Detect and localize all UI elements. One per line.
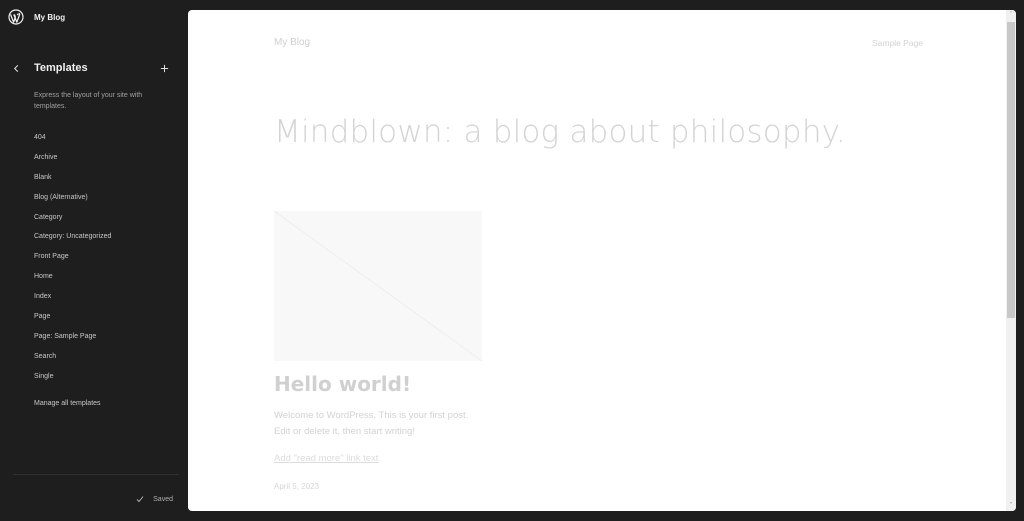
template-item-index[interactable]: Index <box>34 291 174 311</box>
scroll-down-arrow-icon[interactable]: ˅ <box>1006 501 1016 511</box>
post-date: April 5, 2023 <box>274 482 319 491</box>
chevron-left-icon <box>13 64 18 72</box>
back-button[interactable] <box>8 60 24 76</box>
navigation-header: Templates <box>8 60 172 76</box>
template-item-page-sample-page[interactable]: Page: Sample Page <box>34 331 174 351</box>
page-title: Templates <box>34 62 88 74</box>
check-icon <box>136 496 144 503</box>
read-more-link[interactable]: Add "read more" link text <box>274 453 378 464</box>
site-tagline: Mindblown: a blog about philosophy. <box>274 114 846 150</box>
template-item-search[interactable]: Search <box>34 351 174 371</box>
save-status-label: Saved <box>153 495 173 503</box>
plus-icon <box>160 64 168 72</box>
scrollbar-thumb[interactable] <box>1007 22 1015 318</box>
sidebar-footer: Saved <box>13 474 179 521</box>
site-preview[interactable]: My Blog Sample Page Mindblown: a blog ab… <box>188 10 1016 511</box>
template-item-blog-alternative[interactable]: Blog (Alternative) <box>34 192 174 212</box>
preview-canvas: My Blog Sample Page Mindblown: a blog ab… <box>188 10 1006 511</box>
template-item-category-uncategorized[interactable]: Category: Uncategorized <box>34 231 174 251</box>
post-title[interactable]: Hello world! <box>274 372 411 396</box>
template-item-page[interactable]: Page <box>34 311 174 331</box>
site-hub[interactable]: My Blog <box>8 8 65 26</box>
save-status: Saved <box>135 494 173 504</box>
sidebar: My Blog Templates Express the layout of … <box>0 0 188 521</box>
template-list: 404 Archive Blank Blog (Alternative) Cat… <box>34 132 174 391</box>
template-item-category[interactable]: Category <box>34 212 174 232</box>
manage-all-templates-link[interactable]: Manage all templates <box>34 400 101 407</box>
template-item-archive[interactable]: Archive <box>34 152 174 172</box>
templates-description: Express the layout of your site with tem… <box>34 92 143 110</box>
template-item-single[interactable]: Single <box>34 371 174 391</box>
template-item-front-page[interactable]: Front Page <box>34 251 174 271</box>
blog-title[interactable]: My Blog <box>274 37 310 48</box>
wordpress-logo-icon[interactable] <box>8 9 24 25</box>
site-editor: My Blog Templates Express the layout of … <box>0 0 1024 521</box>
image-placeholder-icon <box>274 211 482 361</box>
preview-scrollbar[interactable]: ˄ ˅ <box>1006 10 1016 511</box>
featured-image-placeholder <box>274 211 482 361</box>
post-excerpt: Welcome to WordPress. This is your first… <box>274 410 469 437</box>
nav-link-sample-page[interactable]: Sample Page <box>872 38 923 48</box>
template-item-404[interactable]: 404 <box>34 132 174 152</box>
site-name[interactable]: My Blog <box>34 13 65 22</box>
template-item-home[interactable]: Home <box>34 271 174 291</box>
add-template-button[interactable] <box>156 60 172 76</box>
scroll-up-arrow-icon[interactable]: ˄ <box>1006 10 1016 20</box>
template-item-blank[interactable]: Blank <box>34 172 174 192</box>
